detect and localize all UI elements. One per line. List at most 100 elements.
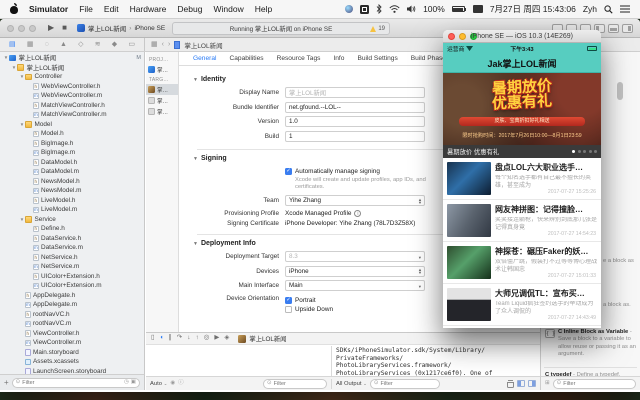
console-filter-input[interactable] [380, 380, 436, 387]
library-grid-icon[interactable]: ⊞ [545, 380, 550, 387]
navigator-file-row[interactable]: h LiveModel.h [0, 196, 144, 206]
info-icon[interactable]: i [354, 209, 362, 217]
navigator-file-row[interactable]: h UIColor+Extension.h [0, 272, 144, 282]
library-filter-field[interactable]: ⊙ [552, 378, 636, 389]
toggle-debug-area-button[interactable] [608, 23, 619, 33]
navigator-file-row[interactable]: h Model.h [0, 129, 144, 139]
bundle-id-field[interactable]: net.gfound.--LOL-- [285, 101, 425, 113]
input-source-icon[interactable] [360, 4, 370, 14]
deployment-target-combo[interactable]: 8.3 ▾ [285, 251, 425, 262]
tab-resource-tags[interactable]: Resource Tags [277, 55, 321, 62]
step-out-icon[interactable]: ↑ [195, 335, 198, 342]
navigator-file-row[interactable]: h DataService.h [0, 234, 144, 244]
breakpoints-toggle-icon[interactable]: ◖ [160, 335, 164, 342]
navigator-file-row[interactable]: m DataService.m [0, 243, 144, 253]
toggle-utilities-button[interactable] [622, 23, 633, 33]
info-circle-icon[interactable]: ⓘ [178, 380, 184, 387]
close-button[interactable] [7, 24, 14, 32]
battery-icon[interactable] [451, 6, 467, 12]
siri-icon[interactable] [345, 5, 354, 13]
test-navigator-icon[interactable]: ◇ [78, 41, 83, 48]
navigator-file-row[interactable]: LaunchScreen.storyboard [0, 367, 144, 374]
notification-center-icon[interactable] [620, 5, 630, 13]
checkbox-checked-icon[interactable]: ✓ [285, 167, 292, 175]
promo-banner[interactable]: 暑期放价 优惠有礼 皮肤、宝典折扣好礼相送 限时抢购时间：2017年7月26日1… [443, 73, 601, 145]
upsidedown-checkbox-row[interactable]: Upside Down [285, 305, 333, 313]
navigator-file-row[interactable]: m MatchViewController.m [0, 110, 144, 120]
target-item-uitests[interactable]: 掌… [146, 106, 178, 117]
news-item[interactable]: 大师兄调侃TL：宣布买… Team Liquid疯狂签约选手的举动成为了众人调侃的… [443, 284, 601, 326]
hide-debug-area-icon[interactable]: ▯ [151, 335, 155, 342]
menu-item-window[interactable]: Window [213, 4, 243, 14]
breakpoint-navigator-icon[interactable]: ◆ [112, 41, 117, 48]
navigator-file-row[interactable]: m BigImage.m [0, 148, 144, 158]
tab-capabilities[interactable]: Capabilities [229, 55, 263, 62]
news-item[interactable]: 盘点LOL六大职业选手… 每个知名选手都有自己最不擅长的英雄，甚至成为 2017-0… [443, 158, 601, 200]
navigator-file-row[interactable]: ▼ 掌上LOL新闻 M [0, 53, 144, 63]
navigator-file-row[interactable]: h rootNavVC.h [0, 310, 144, 320]
bluetooth-icon[interactable] [376, 4, 382, 14]
checkbox-checked-icon[interactable]: ✓ [285, 296, 292, 304]
related-items-icon[interactable]: ▦ [151, 41, 158, 48]
navigator-file-row[interactable]: Main.storyboard [0, 348, 144, 358]
snippet-item[interactable]: { } C Inline Block as Variable - Save a … [545, 329, 637, 358]
navigator-file-row[interactable]: ▼ Service [0, 215, 144, 225]
project-item[interactable]: 掌… [146, 64, 178, 75]
navigator-file-row[interactable]: h NetService.h [0, 253, 144, 263]
navigator-file-row[interactable]: m NetService.m [0, 262, 144, 272]
navigator-file-row[interactable]: m ViewController.m [0, 338, 144, 348]
tab-general[interactable]: General [193, 55, 216, 62]
warning-badge[interactable]: 19 [370, 25, 385, 32]
tab-info[interactable]: Info [333, 55, 344, 62]
navigator-file-row[interactable]: h MatchViewController.h [0, 101, 144, 111]
navigator-file-row[interactable]: ▼ Controller [0, 72, 144, 82]
carousel-dot[interactable] [588, 150, 592, 153]
library-filter-input[interactable] [563, 380, 632, 387]
navigator-file-row[interactable]: m UIColor+Extension.m [0, 281, 144, 291]
portrait-checkbox-row[interactable]: ✓ Portrait [285, 296, 333, 304]
step-over-icon[interactable]: ↷ [177, 335, 182, 342]
stop-button[interactable]: ■ [62, 24, 67, 32]
spotlight-search-icon[interactable] [604, 4, 613, 14]
toggle-variables-pane-icon[interactable] [517, 380, 525, 387]
back-icon[interactable]: ‹ [162, 41, 164, 48]
zoom-button[interactable] [29, 24, 36, 32]
navigator-file-row[interactable]: m LiveModel.m [0, 205, 144, 215]
variables-filter-field[interactable]: ⊙ [263, 378, 327, 389]
checkbox-unchecked-icon[interactable] [285, 305, 292, 313]
navigator-file-row[interactable]: h BigImage.h [0, 139, 144, 149]
clear-console-icon[interactable] [507, 380, 514, 388]
menu-clock[interactable]: 7月27日 周四 15:43:06 [490, 3, 576, 15]
menu-item-file[interactable]: File [79, 4, 93, 14]
memory-debugger-icon[interactable]: ▶ [214, 335, 219, 342]
target-item-tests[interactable]: 掌… [146, 95, 178, 106]
navigator-file-row[interactable]: h DataModel.h [0, 158, 144, 168]
run-button[interactable]: ▶ [48, 24, 54, 32]
console-filter-field[interactable]: ⊙ [369, 378, 440, 389]
find-navigator-icon[interactable]: ◌ [45, 41, 49, 48]
navigator-file-row[interactable]: Assets.xcassets [0, 357, 144, 367]
display-name-field[interactable]: 掌上LOL新闻 [285, 87, 425, 98]
navigator-filter-field[interactable]: ⊙ ◷ ▣ [11, 377, 140, 388]
navigator-file-row[interactable]: h AppDelegate.h [0, 291, 144, 301]
tab-build-settings[interactable]: Build Settings [357, 55, 397, 62]
navigator-file-row[interactable]: h NewsModel.h [0, 177, 144, 187]
wifi-icon[interactable] [389, 5, 400, 13]
carousel-dot[interactable] [572, 150, 575, 153]
navigator-file-row[interactable]: h Define.h [0, 224, 144, 234]
navigator-file-row[interactable]: m rootNavVC.m [0, 319, 144, 329]
report-navigator-icon[interactable]: ▭ [128, 41, 135, 48]
main-interface-combo[interactable]: Main ▾ [285, 280, 425, 291]
toggle-console-pane-icon[interactable] [528, 380, 536, 387]
variables-scope-button[interactable]: Auto ⌄ [150, 381, 167, 387]
navigator-file-row[interactable]: h ViewController.h [0, 329, 144, 339]
scm-status-icon[interactable]: ▣ [131, 379, 136, 386]
navigator-file-row[interactable]: h WebViewController.h [0, 82, 144, 92]
news-item[interactable]: 网友神拼图：记得撞脸… 笑笑接连躺枪，快来辨别到底那几张是记得真身竟 2017-07… [443, 200, 601, 242]
console-scope-button[interactable]: All Output ⌄ [336, 381, 367, 387]
debug-process-chip[interactable]: 掌上LOL新闻 [238, 334, 286, 343]
navigator-file-row[interactable]: ▼ 掌上LOL新闻 [0, 63, 144, 73]
navigator-file-row[interactable]: m NewsModel.m [0, 186, 144, 196]
menu-item-debug[interactable]: Debug [177, 4, 202, 14]
target-item-app[interactable]: 掌… [146, 84, 178, 95]
